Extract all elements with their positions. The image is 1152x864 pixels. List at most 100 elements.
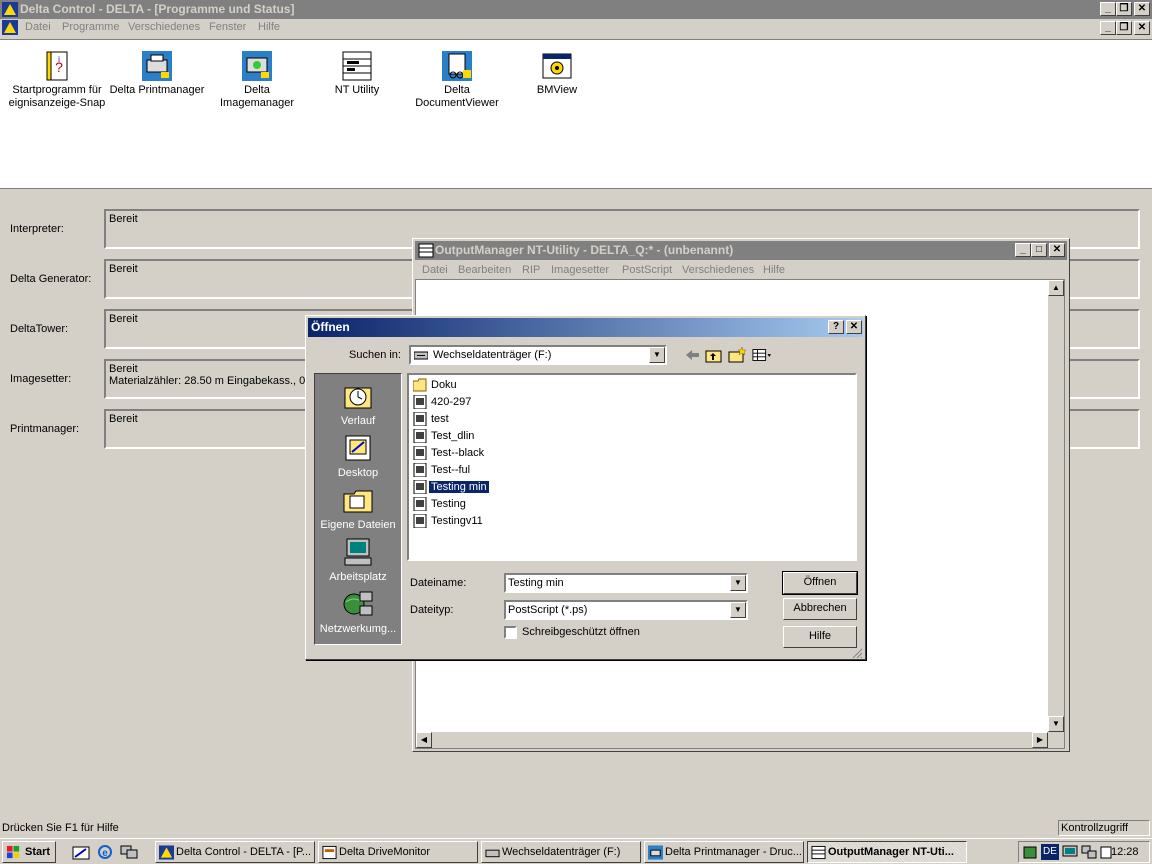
drivemonitor-icon: [322, 845, 337, 860]
view-menu-icon[interactable]: [752, 347, 772, 363]
list-item[interactable]: Testing: [413, 496, 468, 512]
help-button[interactable]: Hilfe: [783, 626, 857, 648]
mdi-document-icon[interactable]: [2, 20, 18, 35]
place-eigene-dateien[interactable]: Eigene Dateien: [315, 484, 401, 531]
outputmanager-menu-bar: Datei Bearbeiten RIP Imagesetter PostScr…: [415, 261, 1067, 279]
dialog-title-bar[interactable]: Öffnen ? ✕: [308, 318, 863, 337]
list-item[interactable]: Testingv11: [413, 513, 485, 529]
minimize-button[interactable]: _: [1100, 2, 1116, 16]
status-label-printmanager: Printmanager:: [10, 423, 80, 435]
menu-verschiedenes[interactable]: Verschiedenes: [128, 21, 200, 33]
vertical-scrollbar[interactable]: ▲ ▼: [1048, 280, 1064, 732]
windows-logo-icon: [6, 845, 20, 859]
list-item[interactable]: test: [413, 411, 451, 427]
chevron-down-icon[interactable]: ▼: [730, 602, 746, 618]
task-drivemonitor[interactable]: Delta DriveMonitor: [318, 841, 478, 863]
program-imagemanager[interactable]: Delta Imagemanager: [207, 50, 307, 110]
status-label-tower: DeltaTower:: [10, 323, 69, 335]
main-title-bar[interactable]: Delta Control - DELTA - [Programme und S…: [0, 0, 1152, 19]
place-netzwerkumgebung[interactable]: Netzwerkumg...: [315, 588, 401, 635]
start-button[interactable]: Start: [2, 841, 56, 863]
new-folder-icon[interactable]: [727, 347, 747, 363]
network-connection-icon[interactable]: [1081, 845, 1097, 860]
show-desktop-icon[interactable]: [72, 844, 90, 860]
file-list[interactable]: Doku 420-297 test Test_dlin Test--black: [407, 373, 857, 561]
place-verlauf[interactable]: Verlauf: [315, 380, 401, 427]
menu-hilfe[interactable]: Hilfe: [258, 21, 280, 33]
menu-fenster[interactable]: Fenster: [209, 21, 246, 33]
network-quicklaunch-icon[interactable]: [120, 844, 138, 860]
internet-explorer-icon[interactable]: e: [96, 844, 114, 860]
om-minimize-button[interactable]: _: [1015, 243, 1031, 257]
scroll-up-button[interactable]: ▲: [1048, 280, 1064, 296]
menu-datei[interactable]: Datei: [25, 21, 51, 33]
om-menu-rip[interactable]: RIP: [522, 264, 540, 276]
outputmanager-title-bar[interactable]: OutputManager NT-Utility - DELTA_Q:* - (…: [415, 241, 1067, 260]
om-maximize-button[interactable]: □: [1031, 243, 1047, 257]
om-menu-verschiedenes[interactable]: Verschiedenes: [682, 264, 754, 276]
svg-text:e: e: [102, 848, 108, 859]
om-menu-imagesetter[interactable]: Imagesetter: [551, 264, 609, 276]
filename-input[interactable]: Testing min ▼: [504, 573, 748, 593]
monitor-icon[interactable]: [1062, 845, 1078, 860]
dialog-help-question-button[interactable]: ?: [828, 320, 844, 334]
close-button[interactable]: ✕: [1134, 2, 1150, 16]
up-folder-icon[interactable]: [704, 347, 724, 363]
back-arrow-icon[interactable]: [683, 347, 703, 363]
chevron-down-icon[interactable]: ▼: [649, 347, 665, 363]
task-delta-control[interactable]: Delta Control - DELTA - [P...: [155, 841, 315, 863]
dialog-close-button[interactable]: ✕: [846, 320, 862, 334]
mdi-close-button[interactable]: ✕: [1134, 21, 1150, 35]
place-label: Desktop: [337, 467, 379, 479]
size-grip-icon[interactable]: [851, 647, 863, 659]
list-item[interactable]: Test_dlin: [413, 428, 476, 444]
program-startprogramm[interactable]: ? i Startprogramm für eignisanzeige-Snap: [7, 50, 107, 110]
readonly-label: Schreibgeschützt öffnen: [522, 626, 640, 638]
bmview-icon: [542, 53, 572, 79]
program-nt-utility[interactable]: NT Utility: [307, 50, 407, 97]
file-name: test: [431, 413, 449, 426]
look-in-combo[interactable]: Wechseldatenträger (F:) ▼: [409, 345, 667, 365]
task-printmanager[interactable]: Delta Printmanager - Druc...: [644, 841, 804, 863]
program-bmview[interactable]: BMView: [507, 50, 607, 97]
scroll-right-button[interactable]: ▶: [1032, 732, 1048, 748]
om-menu-hilfe[interactable]: Hilfe: [763, 264, 785, 276]
list-item[interactable]: Test--black: [413, 445, 486, 461]
om-menu-bearbeiten[interactable]: Bearbeiten: [458, 264, 511, 276]
task-wechseldatentraeger[interactable]: Wechseldatenträger (F:): [481, 841, 641, 863]
nt-utility-icon: [811, 845, 826, 860]
clock[interactable]: 12:28: [1111, 846, 1139, 858]
task-outputmanager[interactable]: OutputManager NT-Uti...: [807, 841, 967, 863]
readonly-checkbox[interactable]: [504, 626, 517, 639]
size-grip[interactable]: [1048, 732, 1064, 748]
horizontal-scrollbar[interactable]: ◀ ▶: [416, 732, 1048, 748]
list-item[interactable]: Test--ful: [413, 462, 472, 478]
mdi-restore-button[interactable]: ❐: [1116, 21, 1132, 35]
tray-app-icon[interactable]: [1022, 845, 1038, 860]
list-item[interactable]: 420-297: [413, 394, 473, 410]
list-item[interactable]: Doku: [413, 377, 459, 393]
om-close-button[interactable]: ✕: [1049, 243, 1065, 257]
list-item-selected[interactable]: Testing min: [413, 479, 489, 495]
chevron-down-icon[interactable]: ▼: [730, 575, 746, 591]
printmanager-icon: [142, 51, 172, 81]
status-label-interpreter: Interpreter:: [10, 223, 64, 235]
scroll-down-button[interactable]: ▼: [1048, 716, 1064, 732]
language-indicator[interactable]: DE: [1041, 844, 1059, 860]
mdi-minimize-button[interactable]: _: [1100, 21, 1116, 35]
menu-programme[interactable]: Programme: [62, 21, 119, 33]
place-arbeitsplatz[interactable]: Arbeitsplatz: [315, 536, 401, 583]
program-documentviewer[interactable]: Delta DocumentViewer: [407, 50, 507, 110]
postscript-file-icon: [413, 463, 427, 478]
place-desktop[interactable]: Desktop: [315, 432, 401, 479]
open-button[interactable]: Öffnen: [782, 571, 858, 595]
restore-button[interactable]: ❐: [1116, 2, 1132, 16]
program-printmanager[interactable]: Delta Printmanager: [107, 50, 207, 97]
om-menu-postscript[interactable]: PostScript: [622, 264, 672, 276]
places-bar: Verlauf Desktop Eigene Dateien Arbeitspl…: [314, 373, 402, 645]
filetype-select[interactable]: PostScript (*.ps) ▼: [504, 600, 748, 620]
cancel-button[interactable]: Abbrechen: [783, 598, 857, 620]
task-label: Wechseldatenträger (F:): [502, 846, 621, 858]
scroll-left-button[interactable]: ◀: [416, 732, 432, 748]
om-menu-datei[interactable]: Datei: [422, 264, 448, 276]
